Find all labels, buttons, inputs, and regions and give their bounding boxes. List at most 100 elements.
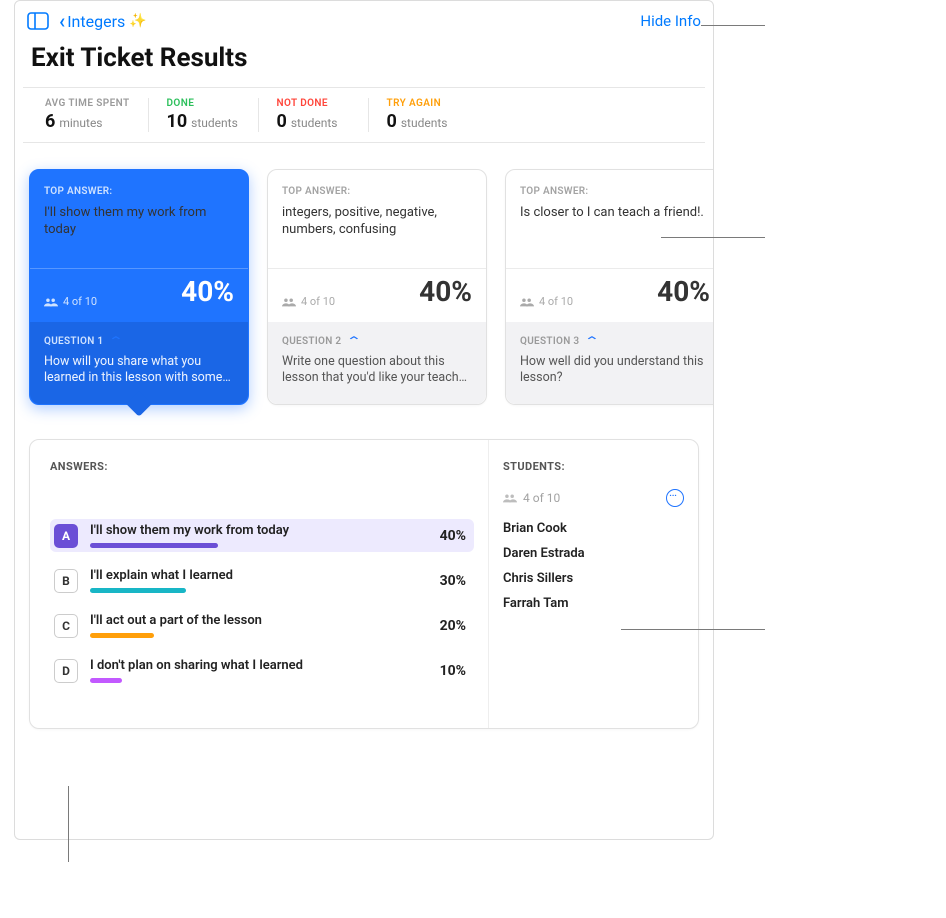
question-percent: 40% <box>181 275 234 308</box>
people-icon <box>503 493 517 503</box>
summary-value: 10 students <box>167 111 240 132</box>
page-title: Exit Ticket Results <box>15 39 713 87</box>
question-card-bottom: QUESTION 3 ⌃ How well did you understand… <box>506 322 714 404</box>
students-count-row: 4 of 10 <box>503 489 684 507</box>
answer-percent: 10% <box>422 663 466 679</box>
answer-bar <box>90 543 410 548</box>
sparkles-icon: ✨ <box>129 13 146 29</box>
summary-strip: AVG TIME SPENT 6 minutes DONE 10 student… <box>23 87 705 143</box>
question-card-bottom: QUESTION 2 ⌃ Write one question about th… <box>268 322 486 404</box>
question-card-q3[interactable]: TOP ANSWER: Is closer to I can teach a f… <box>505 169 714 405</box>
question-card-q1[interactable]: TOP ANSWER: I'll show them my work from … <box>29 169 249 405</box>
answers-column: ANSWERS: A I'll show them my work from t… <box>30 440 488 728</box>
top-answer-label: TOP ANSWER: <box>44 186 234 197</box>
answer-row-d[interactable]: D I don't plan on sharing what I learned… <box>50 654 474 687</box>
chevron-up-icon: ⌃ <box>108 334 125 348</box>
callout-line <box>621 629 765 630</box>
answer-text: I'll show them my work from today <box>90 523 410 538</box>
answer-row-c[interactable]: C I'll act out a part of the lesson 20% <box>50 609 474 642</box>
answer-letter: B <box>54 569 78 593</box>
back-button[interactable]: ‹ Integers ✨ <box>59 11 147 31</box>
summary-value: 0 students <box>277 111 350 132</box>
answer-text: I'll explain what I learned <box>90 568 410 583</box>
question-card-top: TOP ANSWER: I'll show them my work from … <box>30 170 248 268</box>
summary-label: AVG TIME SPENT <box>45 98 130 109</box>
summary-value: 6 minutes <box>45 111 130 132</box>
summary-label: DONE <box>167 98 240 109</box>
question-card-mid: 4 of 10 40% <box>268 268 486 322</box>
detail-panel: ANSWERS: A I'll show them my work from t… <box>29 439 699 729</box>
students-count: 4 of 10 <box>523 491 560 505</box>
question-percent: 40% <box>657 275 710 308</box>
answer-list: A I'll show them my work from today 40% … <box>50 519 474 687</box>
summary-label: TRY AGAIN <box>387 98 461 109</box>
callout-line <box>701 25 765 26</box>
summary-not-done: NOT DONE 0 students <box>259 98 369 132</box>
answer-body: I'll explain what I learned <box>90 568 410 593</box>
answer-body: I don't plan on sharing what I learned <box>90 658 410 683</box>
student-list: Brian Cook Daren Estrada Chris Sillers Farr… <box>503 521 684 611</box>
people-icon <box>282 297 296 307</box>
reaction-icon[interactable] <box>666 489 684 507</box>
answer-letter: C <box>54 614 78 638</box>
top-bar-left: ‹ Integers ✨ <box>27 11 147 31</box>
summary-try-again: TRY AGAIN 0 students <box>369 98 479 132</box>
question-text: Write one question about this lesson tha… <box>282 354 472 387</box>
question-label-row: QUESTION 3 ⌃ <box>520 334 710 348</box>
sidebar-toggle-icon[interactable] <box>27 12 49 30</box>
people-icon <box>520 297 534 307</box>
top-answer-label: TOP ANSWER: <box>520 186 710 197</box>
answer-bar <box>90 588 410 593</box>
question-card-q2[interactable]: TOP ANSWER: integers, positive, negative… <box>267 169 487 405</box>
top-answer-text: integers, positive, negative, numbers, c… <box>282 205 472 239</box>
chevron-up-icon: ⌃ <box>584 334 601 348</box>
question-card-top: TOP ANSWER: integers, positive, negative… <box>268 170 486 268</box>
answer-percent: 20% <box>422 618 466 634</box>
answer-row-a[interactable]: A I'll show them my work from today 40% <box>50 519 474 552</box>
question-label-row: QUESTION 1 ⌃ <box>44 334 234 348</box>
answer-bar <box>90 633 410 638</box>
back-label: Integers <box>67 12 125 31</box>
answers-section-label: ANSWERS: <box>50 460 474 473</box>
student-row[interactable]: Daren Estrada <box>503 546 684 561</box>
answer-bar <box>90 678 410 683</box>
answer-text: I don't plan on sharing what I learned <box>90 658 410 673</box>
summary-label: NOT DONE <box>277 98 350 109</box>
top-bar: ‹ Integers ✨ Hide Info <box>15 1 713 39</box>
answer-percent: 40% <box>422 528 466 544</box>
answer-body: I'll show them my work from today <box>90 523 410 548</box>
top-answer-text: I'll show them my work from today <box>44 205 234 239</box>
answer-letter: A <box>54 524 78 548</box>
respondent-count: 4 of 10 <box>282 295 335 308</box>
top-answer-label: TOP ANSWER: <box>282 186 472 197</box>
answer-percent: 30% <box>422 573 466 589</box>
question-card-mid: 4 of 10 40% <box>506 268 714 322</box>
respondent-count: 4 of 10 <box>520 295 573 308</box>
answer-row-b[interactable]: B I'll explain what I learned 30% <box>50 564 474 597</box>
student-row[interactable]: Farrah Tam <box>503 596 684 611</box>
summary-value: 0 students <box>387 111 461 132</box>
student-row[interactable]: Brian Cook <box>503 521 684 536</box>
students-column: STUDENTS: 4 of 10 Brian Cook Daren Estrad… <box>488 440 698 728</box>
student-row[interactable]: Chris Sillers <box>503 571 684 586</box>
summary-done: DONE 10 students <box>149 98 259 132</box>
app-window: ‹ Integers ✨ Hide Info Exit Ticket Resul… <box>14 0 714 840</box>
hide-info-button[interactable]: Hide Info <box>640 12 701 30</box>
callout-line <box>68 786 69 862</box>
people-icon <box>44 297 58 307</box>
question-text: How well did you understand this lesson? <box>520 354 710 387</box>
students-section-label: STUDENTS: <box>503 460 684 473</box>
question-cards-row: TOP ANSWER: I'll show them my work from … <box>15 143 714 415</box>
question-text: How will you share what you learned in t… <box>44 354 234 387</box>
chevron-up-icon: ⌃ <box>346 334 363 348</box>
question-card-top: TOP ANSWER: Is closer to I can teach a f… <box>506 170 714 268</box>
answer-body: I'll act out a part of the lesson <box>90 613 410 638</box>
question-card-mid: 4 of 10 40% <box>30 268 248 322</box>
answer-letter: D <box>54 659 78 683</box>
summary-avg-time: AVG TIME SPENT 6 minutes <box>27 98 149 132</box>
answer-text: I'll act out a part of the lesson <box>90 613 410 628</box>
question-percent: 40% <box>419 275 472 308</box>
top-answer-text: Is closer to I can teach a friend!. <box>520 205 710 222</box>
chevron-left-icon: ‹ <box>59 11 65 31</box>
question-label-row: QUESTION 2 ⌃ <box>282 334 472 348</box>
